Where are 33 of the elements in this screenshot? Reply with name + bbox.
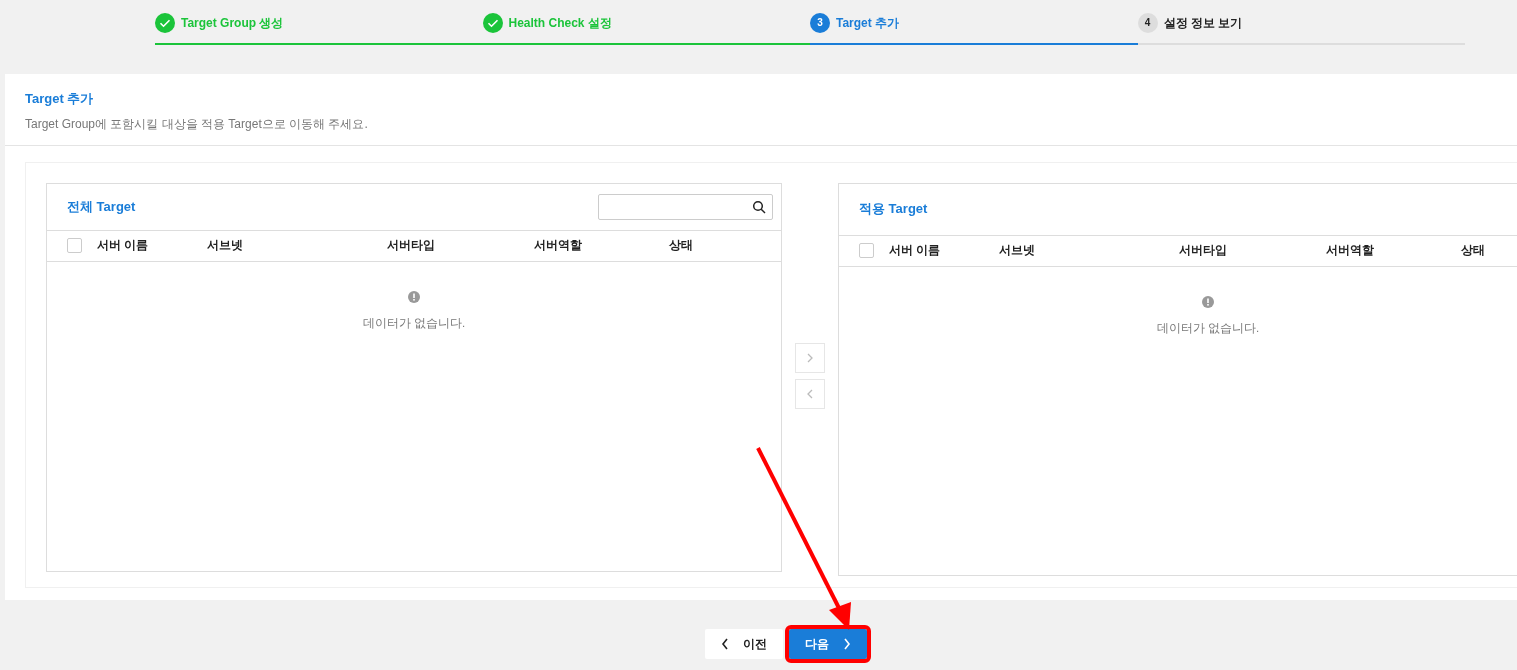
previous-button[interactable]: 이전 <box>705 629 783 659</box>
select-all-checkbox[interactable] <box>67 238 82 253</box>
column-header: 서브넷 <box>207 237 244 253</box>
select-all-checkbox[interactable] <box>859 243 874 258</box>
chevron-icon <box>843 638 851 650</box>
section-title: Target 추가 <box>25 90 95 108</box>
column-header: 서버 이름 <box>889 242 942 258</box>
column-header: 서브넷 <box>999 242 1036 258</box>
column-header: 상태 <box>1460 242 1486 258</box>
chevron-icon <box>721 638 729 650</box>
info-icon <box>1202 295 1214 308</box>
panel-title: 전체 Target <box>67 197 136 216</box>
search-icon <box>752 199 766 214</box>
step-number: 3 <box>810 12 830 33</box>
column-header: 서버타입 <box>1178 242 1228 258</box>
column-header: 서버역할 <box>533 237 583 253</box>
column-header: 서버 이름 <box>97 237 150 253</box>
search-field[interactable] <box>598 193 773 220</box>
step-label: Target Group 생성 <box>181 14 284 32</box>
check-icon <box>482 12 503 33</box>
step-label: Target 추가 <box>836 14 900 32</box>
empty-message: 데이터가 없습니다. <box>1156 320 1260 336</box>
panel-title: 적용 Target <box>859 200 928 219</box>
column-header: 상태 <box>668 237 694 253</box>
column-header: 서버타입 <box>386 237 436 253</box>
step-label: Health Check 설정 <box>508 14 612 32</box>
empty-message: 데이터가 없습니다. <box>362 315 466 331</box>
step-number: 4 <box>1137 12 1158 33</box>
info-icon <box>408 290 420 303</box>
step-label: 설정 정보 보기 <box>1163 14 1243 32</box>
check-icon <box>155 12 175 33</box>
column-header: 서버역할 <box>1325 242 1375 258</box>
section-description: Target Group에 포함시킬 대상을 적용 Target으로 이동해 주세요. <box>25 115 369 133</box>
